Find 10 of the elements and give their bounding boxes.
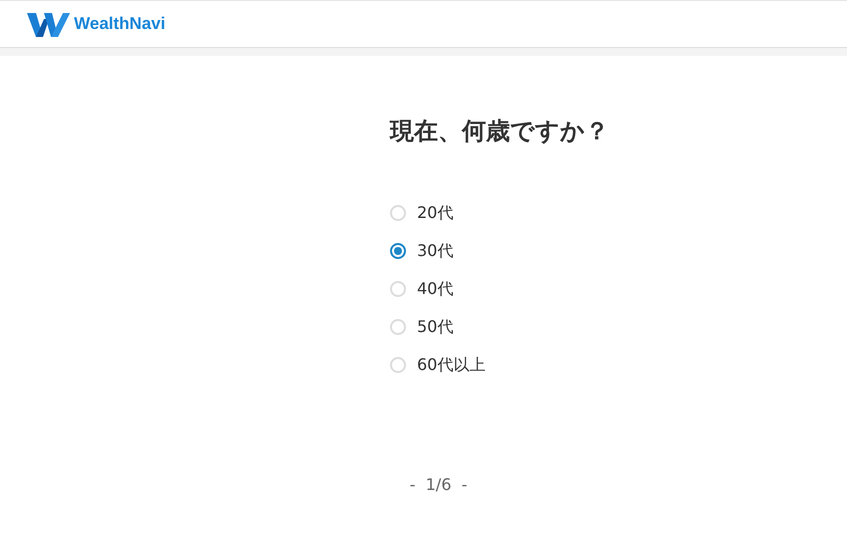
radio-option[interactable]: 40代: [390, 276, 847, 302]
page-indicator: - 1/6 -: [408, 475, 468, 494]
radio-option[interactable]: 20代: [390, 200, 847, 226]
question-title: 現在、何歳ですか？: [390, 116, 610, 147]
logo-text: WealthNavi: [74, 14, 166, 34]
radio-button[interactable]: [390, 243, 406, 259]
logo-icon: [27, 10, 71, 38]
radio-option[interactable]: 30代: [390, 238, 847, 264]
radio-option[interactable]: 60代以上: [390, 352, 847, 378]
radio-option[interactable]: 50代: [390, 314, 847, 340]
